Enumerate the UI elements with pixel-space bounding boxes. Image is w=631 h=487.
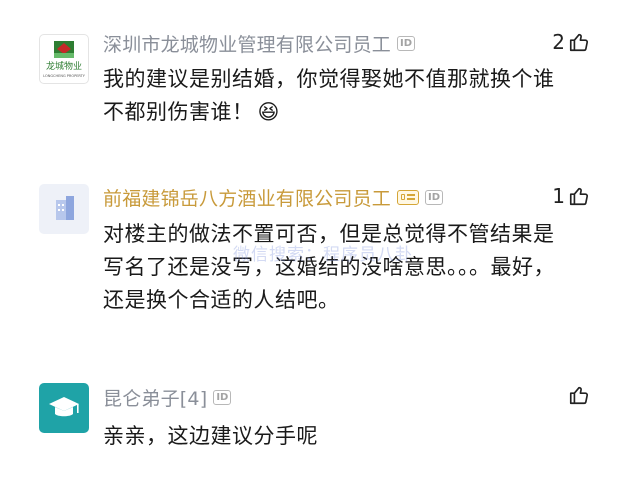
like-count: 2 <box>552 30 565 54</box>
like-button[interactable]: 2 <box>552 30 590 54</box>
logo-text: 龙城物业 <box>46 60 82 72</box>
company-logo-icon: 龙城物业 LONGCHENG PROPERTY <box>43 41 86 78</box>
avatar[interactable] <box>39 383 89 433</box>
username-row: 前福建锦岳八方酒业有限公司员工 ID <box>103 184 444 211</box>
avatar[interactable]: 龙城物业 LONGCHENG PROPERTY <box>39 34 89 84</box>
comment-text: 我的建议是别结婚，你觉得娶她不值那就换个谁 不都别伤害谁！ 😆 <box>103 63 603 129</box>
id-badge: ID <box>397 35 416 51</box>
username-row: 深圳市龙城物业管理有限公司员工 ID <box>103 30 416 57</box>
like-button[interactable]: 1 <box>552 184 590 208</box>
comment-line: 不都别伤害谁！ <box>103 100 254 124</box>
avatar[interactable] <box>39 184 89 234</box>
verified-badge-icon <box>397 189 420 205</box>
laughing-emoji-icon: 😆 <box>257 100 280 124</box>
comment-text: 对楼主的做法不置可否，但是总觉得不管结果是 写名了还是没写，这婚结的没啥意思。。… <box>103 218 603 317</box>
username[interactable]: 深圳市龙城物业管理有限公司员工 <box>103 30 391 57</box>
thumbs-up-icon <box>569 33 588 52</box>
comment-line: 我的建议是别结婚，你觉得娶她不值那就换个谁 <box>103 67 555 91</box>
watermark: 微信搜索：程序员八卦 <box>233 245 413 265</box>
thumbs-up-icon <box>569 386 588 405</box>
graduation-cap-icon <box>49 397 79 417</box>
comment-line: 还是换个合适的人结吧。 <box>103 288 340 312</box>
id-badge: ID <box>213 389 232 405</box>
username-row: 昆仑弟子[4] ID <box>103 384 232 411</box>
building-icon <box>56 196 74 220</box>
like-count: 1 <box>552 184 565 208</box>
comment-text: 亲亲，这边建议分手呢 <box>103 420 603 453</box>
username[interactable]: 昆仑弟子[4] <box>103 384 207 411</box>
like-button[interactable] <box>565 384 590 406</box>
id-badge: ID <box>425 189 444 205</box>
comment-line: 亲亲，这边建议分手呢 <box>103 424 318 448</box>
thumbs-up-icon <box>569 187 588 206</box>
comment-line-with-emoji: 不都别伤害谁！ 😆 <box>103 96 603 129</box>
logo-subtext: LONGCHENG PROPERTY <box>43 74 86 78</box>
username[interactable]: 前福建锦岳八方酒业有限公司员工 <box>103 184 391 211</box>
